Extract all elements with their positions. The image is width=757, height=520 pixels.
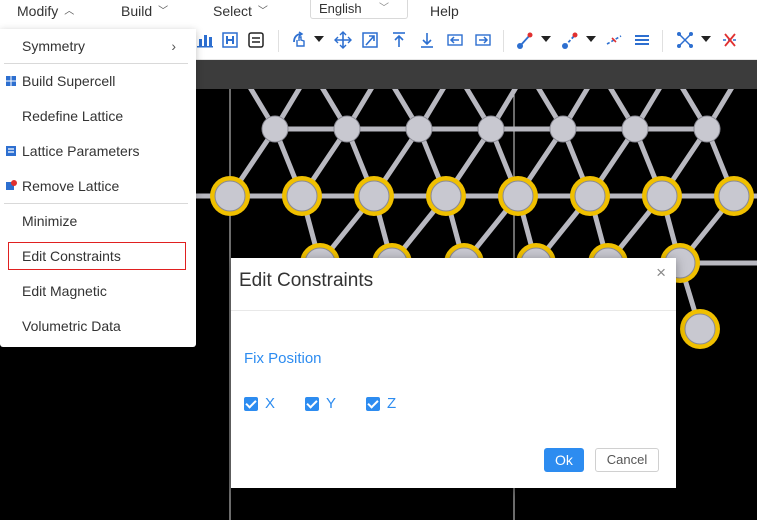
menu-item-redefine-lattice[interactable]: Redefine Lattice	[0, 99, 196, 134]
toolbar-separator	[503, 30, 504, 52]
atom[interactable]	[261, 115, 289, 143]
checkbox-label: Z	[387, 395, 397, 412]
menu-item-lattice-parameters[interactable]: Lattice Parameters	[0, 134, 196, 169]
bond-icon[interactable]	[516, 30, 534, 50]
fix-position-heading: Fix Position	[244, 350, 322, 367]
panel-icon[interactable]	[247, 30, 265, 50]
atom[interactable]	[646, 180, 678, 212]
menu-item-volumetric-data[interactable]: Volumetric Data	[0, 309, 196, 344]
expand-icon[interactable]	[361, 30, 379, 50]
atom[interactable]	[621, 115, 649, 143]
menu-item-remove-lattice[interactable]: Remove Lattice	[0, 169, 196, 204]
checkbox-label: X	[265, 395, 276, 412]
menu-item-label: Edit Constraints	[22, 248, 121, 264]
arrow-left-icon[interactable]	[446, 30, 464, 50]
chevron-down-icon: ﹀	[257, 6, 268, 18]
atom[interactable]	[214, 180, 246, 212]
measure-icon[interactable]	[605, 30, 623, 50]
rotate-hand-icon[interactable]	[290, 30, 308, 50]
remove-lattice-icon	[6, 180, 17, 190]
lattice-parameters-icon	[6, 146, 16, 156]
menu-modify[interactable]: Modify ︿	[17, 0, 74, 22]
menu-item-label: Symmetry	[22, 38, 85, 54]
menu-item-build-supercell[interactable]: Build Supercell	[0, 64, 196, 99]
menu-item-symmetry[interactable]: Symmetry ›	[0, 29, 196, 64]
chevron-down-icon: ﹀	[379, 3, 389, 14]
menu-item-label: Edit Magnetic	[22, 283, 107, 299]
ok-button[interactable]: Ok	[544, 448, 584, 472]
chevron-up-icon: ︿	[64, 6, 75, 18]
bar-chart-icon[interactable]	[196, 30, 214, 50]
menu-item-label: Remove Lattice	[22, 178, 120, 194]
arrow-up-icon[interactable]	[390, 30, 408, 50]
delete-icon[interactable]	[721, 30, 739, 50]
menu-modify-label: Modify	[17, 3, 59, 19]
menu-item-edit-magnetic[interactable]: Edit Magnetic	[0, 274, 196, 309]
menu-item-label: Build Supercell	[22, 73, 116, 89]
menu-select-label: Select	[213, 3, 252, 19]
checkbox-checked-icon[interactable]	[366, 397, 380, 411]
menu-item-label: Volumetric Data	[22, 318, 121, 334]
cancel-button[interactable]: Cancel	[595, 448, 659, 472]
bond-dropdown-caret[interactable]	[541, 36, 551, 42]
language-select-value: English	[319, 1, 362, 16]
close-icon[interactable]: ×	[656, 264, 666, 282]
atom[interactable]	[430, 180, 462, 212]
h-lattice-icon[interactable]	[221, 30, 239, 50]
atom[interactable]	[502, 180, 534, 212]
menu-item-label: Lattice Parameters	[22, 143, 140, 159]
menu-build[interactable]: Build ﹀	[121, 0, 168, 22]
menu-help-label: Help	[430, 3, 459, 19]
atom[interactable]	[405, 115, 433, 143]
select-dropdown-caret[interactable]	[701, 36, 711, 42]
menu-select[interactable]: Select ﹀	[213, 0, 268, 22]
modify-dropdown-menu: Symmetry › Build Supercell Redefine Latt…	[0, 29, 196, 347]
chevron-down-icon: ﹀	[158, 6, 169, 18]
menu-item-minimize[interactable]: Minimize	[0, 204, 196, 239]
bond-length-icon[interactable]	[561, 30, 579, 50]
atom[interactable]	[574, 180, 606, 212]
menu-build-label: Build	[121, 3, 153, 19]
bond-length-dropdown-caret[interactable]	[586, 36, 596, 42]
supercell-icon	[6, 76, 16, 86]
arrow-down-icon[interactable]	[418, 30, 436, 50]
menu-item-label: Redefine Lattice	[22, 108, 124, 124]
atom[interactable]	[333, 115, 361, 143]
atom[interactable]	[684, 313, 716, 345]
atom[interactable]	[358, 180, 390, 212]
checkbox-checked-icon[interactable]	[244, 397, 258, 411]
atom[interactable]	[718, 180, 750, 212]
menubar: Modify ︿ Build ﹀ Select ﹀ English ﹀ Help	[0, 0, 757, 22]
move-icon[interactable]	[334, 30, 352, 50]
checkbox-label: Y	[326, 395, 337, 412]
layers-icon[interactable]	[633, 30, 651, 50]
toolbar-separator	[278, 30, 279, 52]
chevron-right-icon: ›	[171, 38, 176, 54]
atom[interactable]	[693, 115, 721, 143]
toolbar-separator	[662, 30, 663, 52]
menu-help[interactable]: Help	[430, 0, 459, 22]
edit-constraints-dialog: Edit Constraints × Fix Position X Y Z Ok…	[231, 258, 676, 488]
atom[interactable]	[286, 180, 318, 212]
dialog-title: Edit Constraints	[239, 270, 374, 291]
atom[interactable]	[549, 115, 577, 143]
arrow-right-icon[interactable]	[474, 30, 492, 50]
rotate-dropdown-caret[interactable]	[314, 36, 324, 42]
menu-item-label: Minimize	[22, 213, 78, 229]
checkbox-checked-icon[interactable]	[305, 397, 319, 411]
dialog-divider	[231, 310, 676, 311]
language-select[interactable]: English ﹀	[310, 0, 408, 19]
menu-item-edit-constraints[interactable]: Edit Constraints	[0, 239, 196, 274]
atom[interactable]	[477, 115, 505, 143]
select-box-icon[interactable]	[676, 30, 694, 50]
